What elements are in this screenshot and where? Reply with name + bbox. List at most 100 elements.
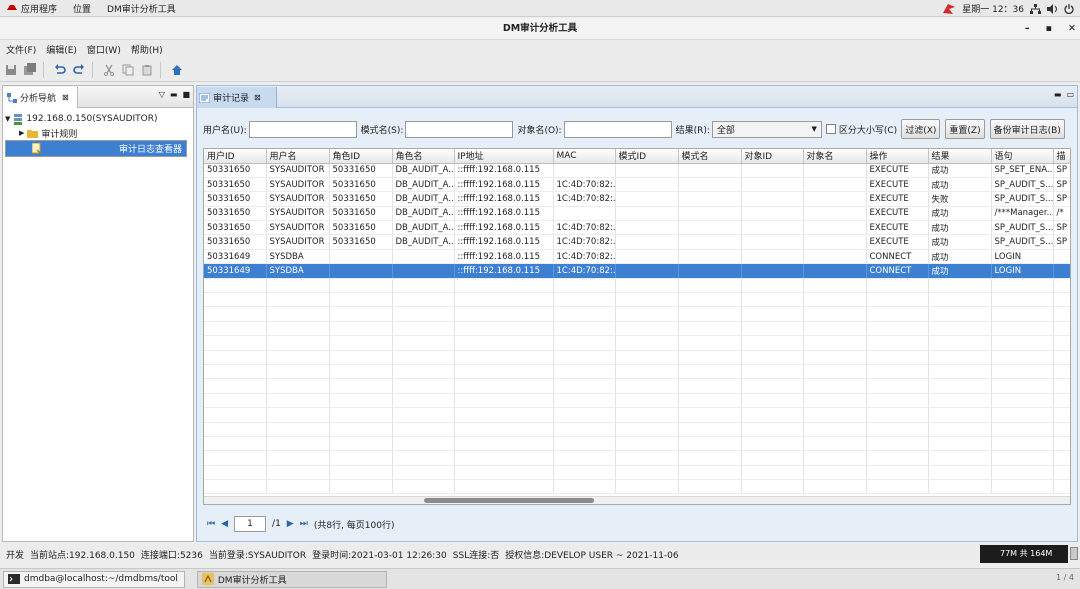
- places-menu[interactable]: 位置: [73, 2, 91, 15]
- column-header[interactable]: 语句: [991, 149, 1054, 164]
- column-header[interactable]: 操作: [866, 149, 929, 164]
- navigator-icon: [7, 92, 17, 103]
- table-cell: [454, 422, 554, 437]
- user-filter-input[interactable]: [248, 120, 357, 138]
- close-tab-icon[interactable]: ⊠: [254, 93, 261, 102]
- table-cell: [329, 465, 393, 481]
- table-cell: [454, 278, 554, 294]
- column-header[interactable]: 用户名: [266, 149, 330, 164]
- table-cell: [615, 177, 679, 193]
- collapsed-arrow-icon[interactable]: ▶: [19, 129, 24, 137]
- table-cell: EXECUTE: [866, 220, 929, 236]
- view-menu-icon[interactable]: ▽: [159, 90, 165, 99]
- tree-node-server[interactable]: ▼ 192.168.0.150(SYSAUDITOR): [5, 112, 191, 126]
- next-page-icon[interactable]: ▶: [287, 519, 294, 529]
- network-icon[interactable]: [1030, 3, 1041, 14]
- first-page-icon[interactable]: ⏮: [207, 519, 215, 529]
- maximize-view-icon[interactable]: ■: [182, 90, 190, 99]
- copy-button[interactable]: [120, 62, 136, 78]
- column-header[interactable]: 角色ID: [329, 149, 393, 164]
- save-button[interactable]: [3, 62, 19, 78]
- column-header[interactable]: 对象ID: [741, 149, 804, 164]
- menu-file[interactable]: 文件(F): [6, 43, 36, 56]
- table-cell: [803, 220, 867, 236]
- home-button[interactable]: [169, 62, 185, 78]
- last-page-icon[interactable]: ⏭: [300, 519, 308, 529]
- empty-row: [204, 422, 1070, 437]
- table-cell: [991, 479, 1054, 495]
- table-row[interactable]: 50331650 SYSAUDITOR 50331650 DB_AUDIT_A...:…: [204, 220, 1070, 236]
- maximize-view-icon[interactable]: ▭: [1066, 90, 1074, 99]
- tab-audit-records[interactable]: 审计记录 ⊠: [197, 87, 277, 108]
- table-cell: SYSAUDITOR: [266, 220, 330, 236]
- table-row[interactable]: 50331650 SYSAUDITOR 50331650 DB_AUDIT_A...:…: [204, 177, 1070, 193]
- close-button[interactable]: ✕: [1068, 18, 1076, 40]
- tab-navigator[interactable]: 分析导航 ⊠: [3, 87, 78, 108]
- tree-node-log-viewer[interactable]: 审计日志查看器: [5, 140, 187, 157]
- table-cell: [615, 350, 679, 365]
- volume-icon[interactable]: [1047, 3, 1058, 14]
- power-icon[interactable]: [1064, 3, 1074, 14]
- cut-button[interactable]: [101, 62, 117, 78]
- column-header[interactable]: 描: [1053, 149, 1070, 164]
- reset-button[interactable]: 重置(Z): [945, 119, 985, 139]
- column-header[interactable]: 结果: [928, 149, 992, 164]
- table-cell: [615, 393, 679, 409]
- expanded-arrow-icon[interactable]: ▼: [5, 115, 10, 123]
- clock[interactable]: 星期一 12：36: [962, 2, 1024, 15]
- menu-edit[interactable]: 编辑(E): [46, 43, 77, 56]
- table-cell: [553, 321, 616, 337]
- applications-menu[interactable]: 应用程序: [6, 2, 57, 15]
- minimize-view-icon[interactable]: ▬: [1054, 90, 1062, 99]
- table-cell: /*: [1053, 206, 1070, 222]
- column-header[interactable]: 模式名: [678, 149, 742, 164]
- result-filter-select[interactable]: 全部 ▼: [711, 120, 822, 138]
- table-row[interactable]: 50331650 SYSAUDITOR 50331650 DB_AUDIT_A...:…: [204, 163, 1070, 178]
- filter-button[interactable]: 过滤(X): [901, 119, 941, 139]
- table-row[interactable]: 50331650 SYSAUDITOR 50331650 DB_AUDIT_A...:…: [204, 191, 1070, 207]
- table-row[interactable]: 50331649 SYSDBA::ffff:192.168.0.115 1C:4D:…: [204, 263, 1070, 279]
- column-header[interactable]: 对象名: [803, 149, 867, 164]
- column-header[interactable]: 用户ID: [204, 149, 267, 164]
- paste-button[interactable]: [139, 62, 155, 78]
- prev-page-icon[interactable]: ◀: [221, 519, 228, 529]
- table-cell: [991, 321, 1054, 337]
- taskbar-terminal[interactable]: dmdba@localhost:~/dmdbms/tool: [3, 570, 185, 588]
- horizontal-scrollbar[interactable]: [204, 496, 1070, 504]
- undo-button[interactable]: [52, 62, 68, 78]
- menu-help[interactable]: 帮助(H): [131, 43, 163, 56]
- table-row[interactable]: 50331650 SYSAUDITOR 50331650 DB_AUDIT_A...:…: [204, 234, 1070, 250]
- maximize-button[interactable]: ▪: [1046, 18, 1052, 40]
- schema-filter-input[interactable]: [405, 120, 514, 138]
- table-cell: [803, 292, 867, 308]
- column-header[interactable]: 角色名: [392, 149, 455, 164]
- minimize-view-icon[interactable]: ▬: [170, 90, 178, 99]
- table-row[interactable]: 50331649 SYSDBA::ffff:192.168.0.115 1C:4D:…: [204, 249, 1070, 265]
- scrollbar-thumb[interactable]: [424, 498, 594, 503]
- object-filter-input[interactable]: [563, 120, 672, 138]
- table-cell: [1053, 350, 1070, 365]
- minimize-button[interactable]: –: [1025, 18, 1030, 40]
- tree-node-rules[interactable]: ▶ 审计规则: [5, 126, 191, 140]
- table-cell: 50331650: [204, 191, 267, 207]
- gc-button[interactable]: [1070, 547, 1078, 560]
- close-tab-icon[interactable]: ⊠: [62, 93, 69, 102]
- table-cell: [741, 278, 804, 294]
- taskbar-dm-audit[interactable]: DM审计分析工具: [196, 570, 387, 588]
- column-header[interactable]: 模式ID: [615, 149, 679, 164]
- workspace-indicator[interactable]: 1 / 4: [1056, 573, 1074, 582]
- column-header[interactable]: IP地址: [454, 149, 554, 164]
- backup-log-button[interactable]: 备份审计日志(B): [989, 119, 1065, 139]
- current-app-menu[interactable]: DM审计分析工具: [107, 2, 176, 15]
- page-number-input[interactable]: 1: [234, 516, 267, 532]
- table-cell: DB_AUDIT_A...: [392, 177, 455, 193]
- menu-window[interactable]: 窗口(W): [87, 43, 121, 56]
- save-all-button[interactable]: [22, 62, 38, 78]
- column-header[interactable]: MAC: [553, 149, 616, 164]
- table-cell: SP: [1053, 163, 1070, 178]
- case-sensitive-checkbox[interactable]: [825, 124, 836, 134]
- table-row[interactable]: 50331650 SYSAUDITOR 50331650 DB_AUDIT_A...:…: [204, 206, 1070, 222]
- table-cell: 1C:4D:70:82:...: [553, 249, 616, 265]
- dm-tray-icon[interactable]: [942, 3, 956, 15]
- redo-button[interactable]: [71, 62, 87, 78]
